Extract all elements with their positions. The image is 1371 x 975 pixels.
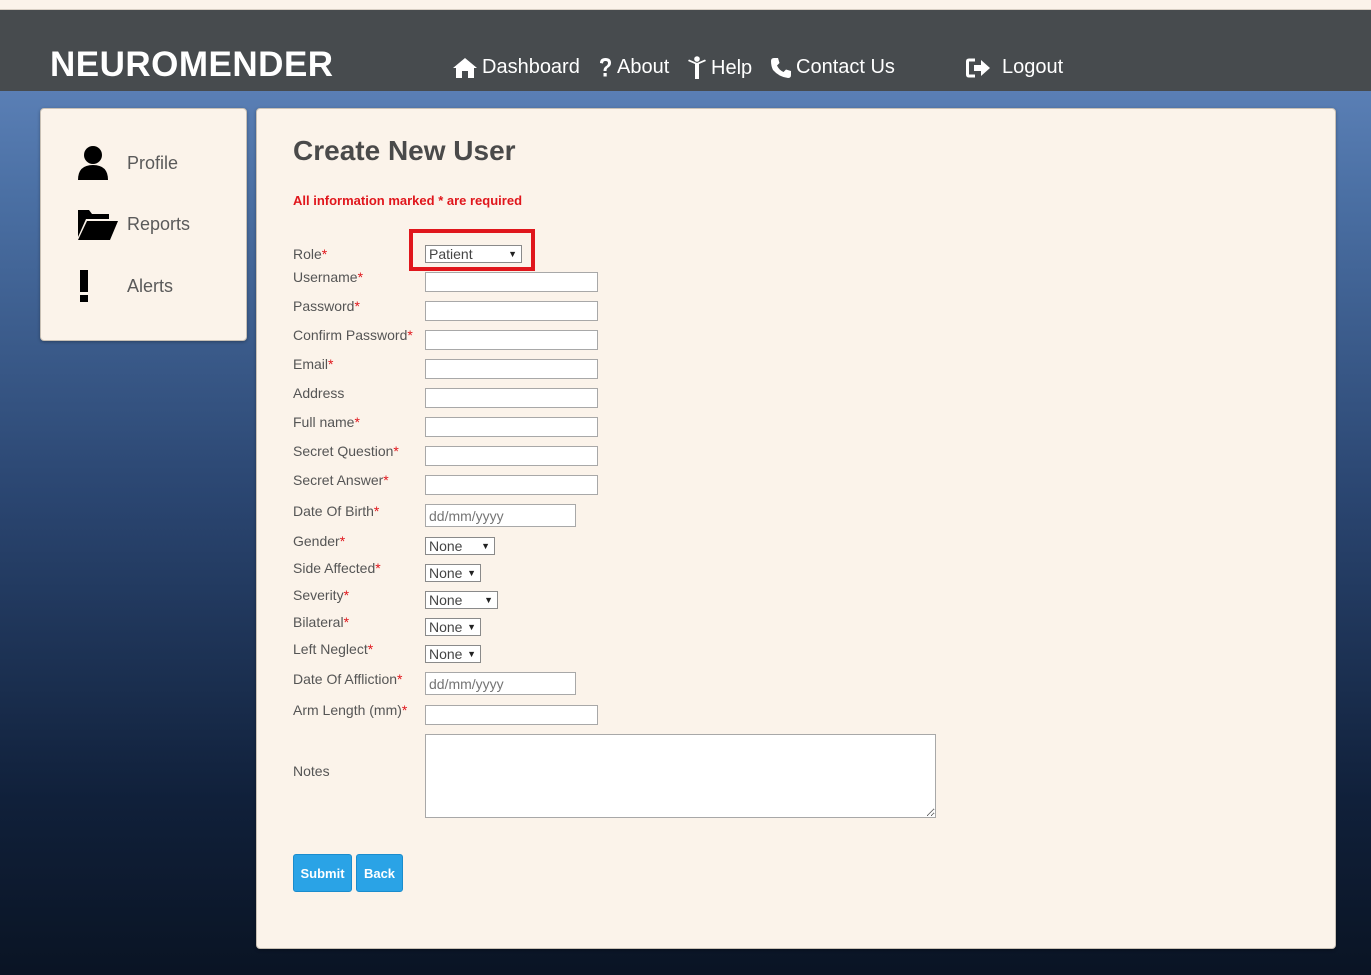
confirm-password-label: Confirm Password* [293, 327, 413, 343]
main-panel: Create New User All information marked *… [256, 108, 1336, 949]
role-label: Role* [293, 246, 328, 262]
required-note: All information marked * are required [293, 193, 523, 208]
nav-about-label: About [617, 56, 670, 78]
sidebar-item-label: Alerts [127, 275, 174, 296]
secret-question-input[interactable] [425, 446, 598, 466]
folder-open-icon [77, 207, 127, 241]
sidebar-item-profile[interactable]: Profile [77, 145, 178, 181]
address-label: Address [293, 385, 345, 401]
exclamation-icon [77, 269, 127, 303]
gender-label: Gender* [293, 533, 346, 549]
notes-label: Notes [293, 763, 330, 779]
bilateral-select[interactable]: None ▼ [425, 618, 481, 636]
username-input[interactable] [425, 272, 598, 292]
full-name-label: Full name* [293, 414, 360, 430]
email-label: Email* [293, 356, 334, 372]
sidebar-item-label: Reports [127, 213, 191, 234]
question-icon [598, 57, 613, 79]
chevron-down-icon: ▼ [484, 595, 493, 605]
secret-answer-input[interactable] [425, 475, 598, 495]
dob-label: Date Of Birth* [293, 503, 380, 519]
severity-select[interactable]: None ▼ [425, 591, 498, 609]
person-icon [687, 56, 707, 80]
home-icon [452, 57, 478, 79]
nav-contact[interactable]: Contact Us [770, 56, 895, 79]
bilateral-label: Bilateral* [293, 614, 350, 630]
role-select[interactable]: Patient ▼ [425, 245, 522, 263]
nav-dashboard-label: Dashboard [482, 56, 580, 78]
dob-input[interactable] [425, 504, 576, 527]
full-name-input[interactable] [425, 417, 598, 437]
chevron-down-icon: ▼ [467, 568, 476, 578]
secret-answer-label: Secret Answer* [293, 472, 389, 488]
address-input[interactable] [425, 388, 598, 408]
page-title: Create New User [293, 135, 516, 166]
nav-logout[interactable]: Logout [966, 56, 1063, 79]
logout-icon [966, 57, 992, 79]
brand-logo[interactable]: NEUROMENDER [50, 45, 334, 85]
arm-length-input[interactable] [425, 705, 598, 725]
notes-textarea[interactable] [425, 734, 936, 818]
top-strip [0, 0, 1371, 10]
chevron-down-icon: ▼ [508, 249, 517, 259]
nav-help-label: Help [711, 56, 753, 79]
email-input[interactable] [425, 359, 598, 379]
nav-about[interactable]: About [598, 56, 669, 79]
sidebar-item-reports[interactable]: Reports [77, 207, 190, 241]
nav-help[interactable]: Help [687, 56, 752, 80]
secret-question-label: Secret Question* [293, 443, 399, 459]
nav-logout-label: Logout [1002, 56, 1064, 78]
date-affliction-label: Date Of Affliction* [293, 671, 403, 687]
submit-button[interactable]: Submit [293, 854, 352, 892]
left-neglect-label: Left Neglect* [293, 641, 374, 657]
user-icon [77, 145, 127, 181]
left-neglect-select[interactable]: None ▼ [425, 645, 481, 663]
sidebar-item-label: Profile [127, 152, 179, 173]
nav-dashboard[interactable]: Dashboard [452, 56, 580, 79]
arm-length-label: Arm Length (mm)* [293, 702, 408, 718]
sidebar-item-alerts[interactable]: Alerts [77, 269, 173, 303]
password-input[interactable] [425, 301, 598, 321]
side-affected-label: Side Affected* [293, 560, 381, 576]
confirm-password-input[interactable] [425, 330, 598, 350]
severity-label: Severity* [293, 587, 350, 603]
side-affected-select[interactable]: None ▼ [425, 564, 481, 582]
password-label: Password* [293, 298, 360, 314]
navbar: NEUROMENDER Dashboard About Help Contact… [0, 10, 1371, 91]
username-label: Username* [293, 269, 364, 285]
date-affliction-input[interactable] [425, 672, 576, 695]
chevron-down-icon: ▼ [467, 649, 476, 659]
gender-select[interactable]: None ▼ [425, 537, 495, 555]
nav-contact-label: Contact Us [796, 56, 895, 78]
back-button[interactable]: Back [356, 854, 403, 892]
sidebar: Profile Reports Alerts [40, 108, 247, 341]
chevron-down-icon: ▼ [467, 622, 476, 632]
phone-icon [770, 57, 792, 79]
chevron-down-icon: ▼ [481, 541, 490, 551]
